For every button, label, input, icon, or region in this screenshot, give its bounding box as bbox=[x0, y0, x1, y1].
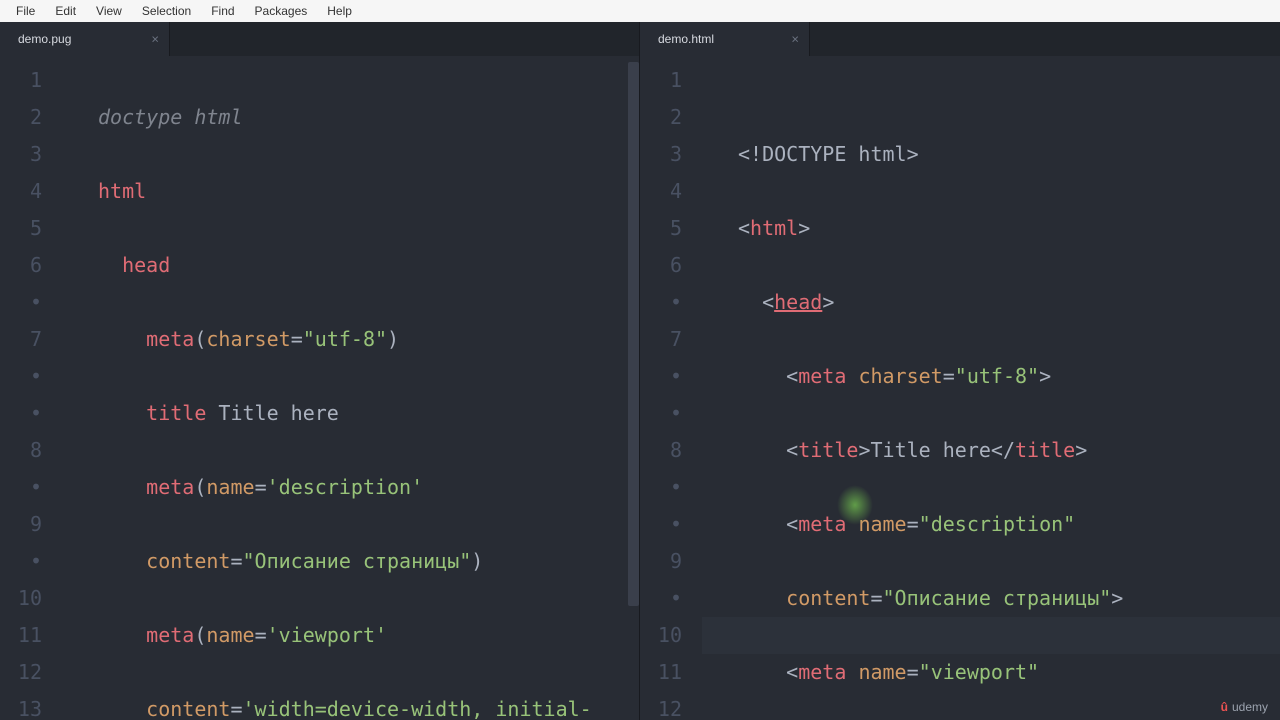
code-editor-html[interactable]: 123456789101112 <!DOCTYPE html> <html> <… bbox=[640, 56, 1280, 720]
menu-view[interactable]: View bbox=[86, 1, 132, 21]
close-icon[interactable]: × bbox=[791, 32, 799, 47]
gutter-right: 123456789101112 bbox=[640, 56, 702, 720]
code-lines-right: <!DOCTYPE html> <html> <head> <meta char… bbox=[702, 56, 1280, 720]
close-icon[interactable]: × bbox=[151, 32, 159, 47]
tab-label: demo.pug bbox=[18, 32, 71, 46]
menu-edit[interactable]: Edit bbox=[45, 1, 86, 21]
menu-packages[interactable]: Packages bbox=[245, 1, 318, 21]
scrollbar-vertical[interactable] bbox=[628, 62, 639, 606]
tabbar-row: demo.pug × demo.html × bbox=[0, 22, 1280, 56]
editor-pane-right: 123456789101112 <!DOCTYPE html> <html> <… bbox=[640, 56, 1280, 720]
editors: 12345678910111213 doctype html html head… bbox=[0, 56, 1280, 720]
tabbar-right: demo.html × bbox=[640, 22, 1280, 56]
code-editor-pug[interactable]: 12345678910111213 doctype html html head… bbox=[0, 56, 639, 720]
editor-pane-left: 12345678910111213 doctype html html head… bbox=[0, 56, 640, 720]
tab-demo-html[interactable]: demo.html × bbox=[640, 22, 810, 56]
gutter-left: 12345678910111213 bbox=[0, 56, 62, 720]
menu-help[interactable]: Help bbox=[317, 1, 362, 21]
tab-demo-pug[interactable]: demo.pug × bbox=[0, 22, 170, 56]
menu-find[interactable]: Find bbox=[201, 1, 244, 21]
menu-selection[interactable]: Selection bbox=[132, 1, 201, 21]
menubar: File Edit View Selection Find Packages H… bbox=[0, 0, 1280, 22]
menu-file[interactable]: File bbox=[6, 1, 45, 21]
udemy-watermark: udemy bbox=[1221, 700, 1268, 714]
tab-label: demo.html bbox=[658, 32, 714, 46]
code-lines-left: doctype html html head meta(charset="utf… bbox=[62, 56, 639, 720]
tabbar-left: demo.pug × bbox=[0, 22, 640, 56]
